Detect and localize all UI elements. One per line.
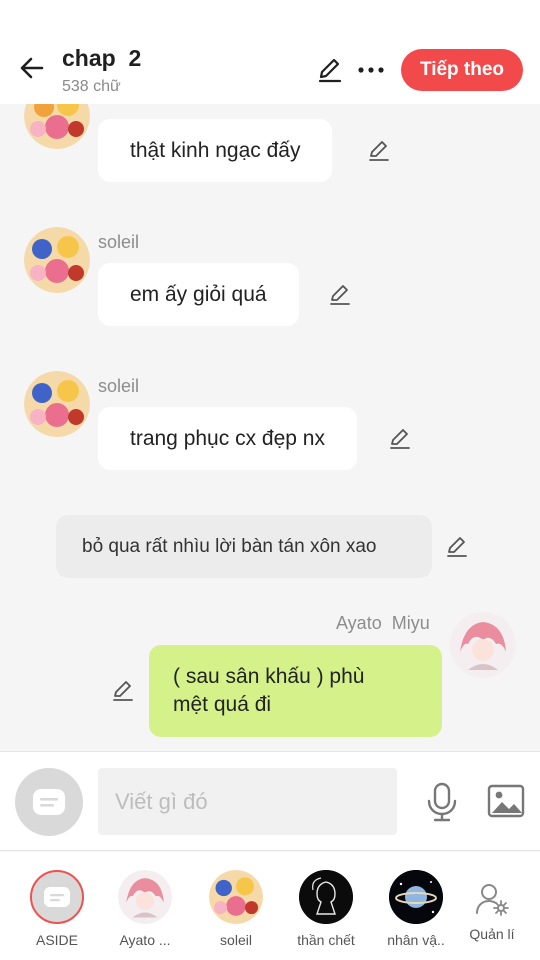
- than-chet-avatar-image: [299, 870, 353, 924]
- pencil-icon: [318, 58, 342, 83]
- planet-icon: [389, 870, 443, 924]
- edit-message-button[interactable]: [365, 136, 393, 164]
- character-label: Ayato ...: [119, 932, 171, 948]
- back-button[interactable]: [14, 50, 50, 86]
- message-box-icon: [33, 789, 65, 815]
- edit-message-button[interactable]: [326, 280, 354, 308]
- ayato-miyu-avatar-image: [450, 612, 516, 678]
- chapter-title: chap 2: [62, 45, 142, 71]
- insert-image-button[interactable]: [486, 782, 526, 820]
- nhan-vat-avatar: [389, 870, 443, 924]
- sender-name: Ayato Miyu: [336, 613, 430, 633]
- next-button[interactable]: Tiếp theo: [401, 49, 523, 91]
- user-settings-icon: [476, 884, 509, 916]
- ayato-miyu-avatar-image: [118, 870, 172, 924]
- message-text-line-1: ( sau sân khấu ) phù: [173, 665, 365, 688]
- avatar-soleil[interactable]: [24, 104, 90, 149]
- character-bar: ASIDE Ayato ... soleil thần chết nhân vậ…: [0, 852, 540, 960]
- edit-message-button[interactable]: [109, 676, 137, 704]
- soleil-avatar-image: [209, 870, 263, 924]
- message-text-line-2: mệt quá đi: [173, 693, 272, 716]
- pencil-icon: [330, 285, 350, 305]
- sender-name: soleil: [98, 232, 140, 252]
- pencil-icon: [447, 537, 467, 557]
- image-icon: [487, 784, 525, 818]
- message-input[interactable]: [98, 768, 397, 835]
- message-text: em ấy giỏi quá: [130, 282, 267, 306]
- message-bubble[interactable]: trang phục cx đẹp nx: [98, 407, 357, 470]
- more-dots-icon: [358, 67, 384, 73]
- character-aside[interactable]: ASIDE: [17, 870, 97, 948]
- character-soleil[interactable]: soleil: [196, 870, 276, 948]
- chat-thread[interactable]: soleil thật kinh ngạc đấy soleil em ấy g…: [0, 104, 540, 751]
- microphone-button[interactable]: [422, 780, 462, 824]
- ayato-miyu-avatar: [118, 870, 172, 924]
- character-label: nhân vậ..: [387, 932, 445, 948]
- soleil-avatar: [209, 870, 263, 924]
- pencil-icon: [369, 141, 389, 161]
- own-message-bubble[interactable]: ( sau sân khấu ) phù mệt quá đi: [149, 645, 442, 737]
- avatar-soleil[interactable]: [24, 227, 90, 293]
- message-text: thật kinh ngạc đấy: [130, 138, 301, 162]
- character-label: Quản lí: [469, 926, 515, 942]
- character-than-chet[interactable]: thần chết: [286, 870, 366, 948]
- narration-bubble[interactable]: bỏ qua rất nhìu lời bàn tán xôn xao: [56, 515, 432, 578]
- top-bar: chap 2 538 chữ Tiếp theo: [0, 0, 540, 104]
- pencil-icon: [113, 681, 133, 701]
- more-options-button[interactable]: [354, 54, 388, 86]
- manage-avatar: [465, 872, 519, 926]
- than-chet-avatar: [299, 870, 353, 924]
- avatar-soleil[interactable]: [24, 371, 90, 437]
- composer-bar: [0, 751, 540, 851]
- message-bubble[interactable]: em ấy giỏi quá: [98, 263, 299, 326]
- edit-message-button[interactable]: [443, 532, 471, 560]
- character-ayato-miyu[interactable]: Ayato ...: [105, 870, 185, 948]
- aside-avatar: [30, 870, 84, 924]
- arrow-left-icon: [20, 57, 44, 79]
- narration-text: bỏ qua rất nhìu lời bàn tán xôn xao: [82, 535, 377, 557]
- character-label: ASIDE: [35, 932, 78, 948]
- pencil-icon: [390, 429, 410, 449]
- soleil-avatar-image: [24, 371, 90, 437]
- message-text: trang phục cx đẹp nx: [130, 426, 325, 450]
- soleil-avatar-image: [24, 104, 90, 149]
- word-count: 538 chữ: [62, 78, 121, 95]
- character-label: thần chết: [297, 932, 355, 948]
- microphone-icon: [427, 782, 457, 822]
- edit-message-button[interactable]: [386, 424, 414, 452]
- manage-characters-button[interactable]: Quản lí: [452, 872, 532, 942]
- message-bubble[interactable]: thật kinh ngạc đấy: [98, 119, 333, 182]
- edit-chapter-button[interactable]: [314, 54, 346, 86]
- soleil-avatar-image: [24, 227, 90, 293]
- message-box-icon: [44, 887, 70, 907]
- character-nhan-vat[interactable]: nhân vậ..: [376, 870, 456, 948]
- character-label: soleil: [220, 932, 252, 948]
- avatar-ayato-miyu[interactable]: [450, 612, 516, 678]
- speaker-selector-button[interactable]: [15, 768, 83, 836]
- sender-name: soleil: [98, 104, 139, 109]
- sender-name: soleil: [98, 376, 140, 396]
